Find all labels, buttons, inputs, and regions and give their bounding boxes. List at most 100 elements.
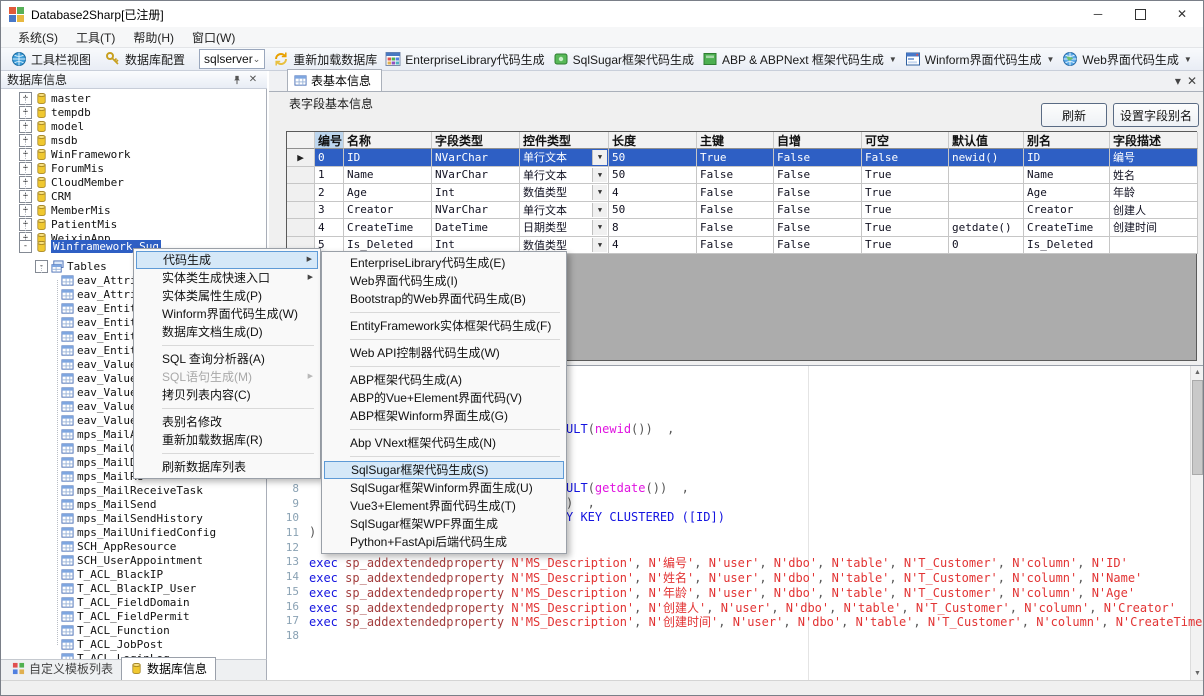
submenu-item-8[interactable]: ABP框架代码生成(A): [324, 371, 564, 389]
grid-cell[interactable]: False: [697, 237, 774, 255]
context-menu-item-8[interactable]: 拷贝列表内容(C): [136, 386, 318, 404]
grid-header-8[interactable]: 可空: [862, 132, 949, 149]
grid-cell[interactable]: 4: [609, 184, 697, 202]
submenu-item-14[interactable]: SqlSugar框架代码生成(S): [324, 461, 564, 479]
sidebar-item-table-5[interactable]: eav_Entity: [61, 343, 143, 357]
grid-cell[interactable]: True: [862, 219, 949, 237]
grid-row-selector[interactable]: [287, 202, 315, 220]
grid-cell[interactable]: Name: [1024, 167, 1110, 185]
dropdown-arrow-icon[interactable]: ▼: [889, 55, 897, 64]
sidebar-item-master[interactable]: +master: [19, 91, 91, 105]
grid-cell[interactable]: 编号: [1110, 149, 1198, 167]
menubar-item-1[interactable]: 工具(T): [67, 27, 124, 48]
sidebar-item-table-16[interactable]: mps_MailSend: [61, 497, 156, 511]
submenu-item-6[interactable]: Web API控制器代码生成(W): [324, 344, 564, 362]
grid-cell[interactable]: Age: [1024, 184, 1110, 202]
grid-header-11[interactable]: 字段描述: [1110, 132, 1198, 149]
sidebar-item-table-19[interactable]: SCH_AppResource: [61, 539, 176, 553]
grid-cell[interactable]: 日期类型▼: [520, 219, 609, 237]
database-type-combobox[interactable]: sqlserver ⌄: [199, 49, 265, 69]
grid-header-selector[interactable]: [287, 132, 315, 149]
sidebar-item-table-10[interactable]: eav_Value_: [61, 413, 143, 427]
grid-row-selector[interactable]: [287, 167, 315, 185]
sidebar-item-table-13[interactable]: mps_MailDe: [61, 455, 143, 469]
sidebar-item-table-1[interactable]: eav_Attrib: [61, 287, 143, 301]
tab-close-icon[interactable]: ✕: [1187, 74, 1197, 88]
grid-cell[interactable]: True: [862, 167, 949, 185]
menubar-item-0[interactable]: 系统(S): [9, 27, 67, 48]
submenu-item-12[interactable]: Abp VNext框架代码生成(N): [324, 434, 564, 452]
grid-cell[interactable]: False: [697, 184, 774, 202]
grid-cell[interactable]: 单行文本▼: [520, 149, 609, 167]
grid-cell[interactable]: CreateTime: [344, 219, 432, 237]
cell-dropdown-button[interactable]: ▼: [592, 220, 607, 235]
grid-cell[interactable]: Name: [344, 167, 432, 185]
sidebar-item-table-20[interactable]: SCH_UserAppointment: [61, 553, 203, 567]
submenu-item-15[interactable]: SqlSugar框架Winform界面生成(U): [324, 479, 564, 497]
submenu-item-4[interactable]: EntityFramework实体框架代码生成(F): [324, 317, 564, 335]
grid-cell[interactable]: 2: [315, 184, 344, 202]
grid-cell[interactable]: DateTime: [432, 219, 520, 237]
cell-dropdown-button[interactable]: ▼: [592, 238, 607, 253]
grid-cell[interactable]: 创建人: [1110, 202, 1198, 220]
grid-cell[interactable]: getdate(): [949, 219, 1024, 237]
sidebar-item-tables[interactable]: -Tables: [35, 259, 107, 273]
grid-cell[interactable]: Creator: [1024, 202, 1110, 220]
grid-row-selector[interactable]: [287, 219, 315, 237]
toolbar-web-button[interactable]: Web界面代码生成 ▼: [1058, 50, 1195, 69]
submenu-item-17[interactable]: SqlSugar框架WPF界面生成: [324, 515, 564, 533]
grid-cell[interactable]: 0: [315, 149, 344, 167]
grid-header-7[interactable]: 自增: [774, 132, 862, 149]
maximize-button[interactable]: [1119, 1, 1161, 27]
grid-row-selector[interactable]: [287, 184, 315, 202]
context-menu-item-11[interactable]: 重新加载数据库(R): [136, 431, 318, 449]
grid-cell[interactable]: [949, 184, 1024, 202]
context-menu-item-13[interactable]: 刷新数据库列表: [136, 458, 318, 476]
grid-cell[interactable]: False: [697, 167, 774, 185]
sidebar-item-table-4[interactable]: eav_Entity: [61, 329, 143, 343]
sidebar-item-model[interactable]: +model: [19, 119, 84, 133]
grid-cell[interactable]: 单行文本▼: [520, 167, 609, 185]
dock-close-icon[interactable]: ✕: [245, 73, 261, 87]
sidebar-item-CRM[interactable]: +CRM: [19, 189, 71, 203]
sidebar-item-table-7[interactable]: eav_Value_: [61, 371, 143, 385]
cell-dropdown-button[interactable]: ▼: [592, 150, 607, 165]
grid-header-6[interactable]: 主键: [697, 132, 774, 149]
grid-cell[interactable]: False: [774, 167, 862, 185]
tab-list-chevron-icon[interactable]: ▾: [1175, 74, 1181, 88]
toolbar-sqlsugar-button[interactable]: SqlSugar框架代码生成: [549, 50, 698, 69]
cell-dropdown-button[interactable]: ▼: [592, 185, 607, 200]
sidebar-item-PatientMis[interactable]: +PatientMis: [19, 217, 117, 231]
grid-cell[interactable]: 单行文本▼: [520, 202, 609, 220]
grid-header-4[interactable]: 控件类型: [520, 132, 609, 149]
sidebar-item-tempdb[interactable]: +tempdb: [19, 105, 91, 119]
context-menu-item-10[interactable]: 表别名修改: [136, 413, 318, 431]
sidebar-item-table-6[interactable]: eav_Value_: [61, 357, 143, 371]
grid-header-5[interactable]: 长度: [609, 132, 697, 149]
toolbar-entlib-button[interactable]: EnterpriseLibrary代码生成: [381, 50, 548, 69]
grid-cell[interactable]: True: [862, 202, 949, 220]
editor-vertical-scrollbar[interactable]: ▲ ▼: [1190, 366, 1204, 680]
grid-cell[interactable]: 0: [949, 237, 1024, 255]
sidebar-item-table-11[interactable]: mps_MailAt: [61, 427, 143, 441]
refresh-button[interactable]: 刷新: [1041, 103, 1107, 127]
grid-cell[interactable]: [949, 167, 1024, 185]
scroll-up-arrow-icon[interactable]: ▲: [1191, 366, 1204, 379]
sidebar-item-CloudMember[interactable]: +CloudMember: [19, 175, 124, 189]
grid-cell[interactable]: False: [697, 202, 774, 220]
cell-dropdown-button[interactable]: ▼: [592, 168, 607, 183]
grid-cell[interactable]: NVarChar: [432, 149, 520, 167]
sidebar-item-table-8[interactable]: eav_Value_: [61, 385, 143, 399]
menubar-item-2[interactable]: 帮助(H): [124, 27, 183, 48]
toolbar-abp-button[interactable]: ABP & ABPNext 框架代码生成 ▼: [698, 50, 901, 69]
sidebar-item-table-23[interactable]: T_ACL_FieldDomain: [61, 595, 190, 609]
sidebar-item-table-3[interactable]: eav_Entity: [61, 315, 143, 329]
dropdown-arrow-icon[interactable]: ▼: [1046, 55, 1054, 64]
grid-cell[interactable]: 1: [315, 167, 344, 185]
grid-cell[interactable]: [949, 202, 1024, 220]
grid-cell[interactable]: 50: [609, 202, 697, 220]
grid-cell[interactable]: 8: [609, 219, 697, 237]
cell-dropdown-button[interactable]: ▼: [592, 203, 607, 218]
context-menu-item-3[interactable]: Winform界面代码生成(W): [136, 305, 318, 323]
grid-cell[interactable]: Is_Deleted: [1024, 237, 1110, 255]
